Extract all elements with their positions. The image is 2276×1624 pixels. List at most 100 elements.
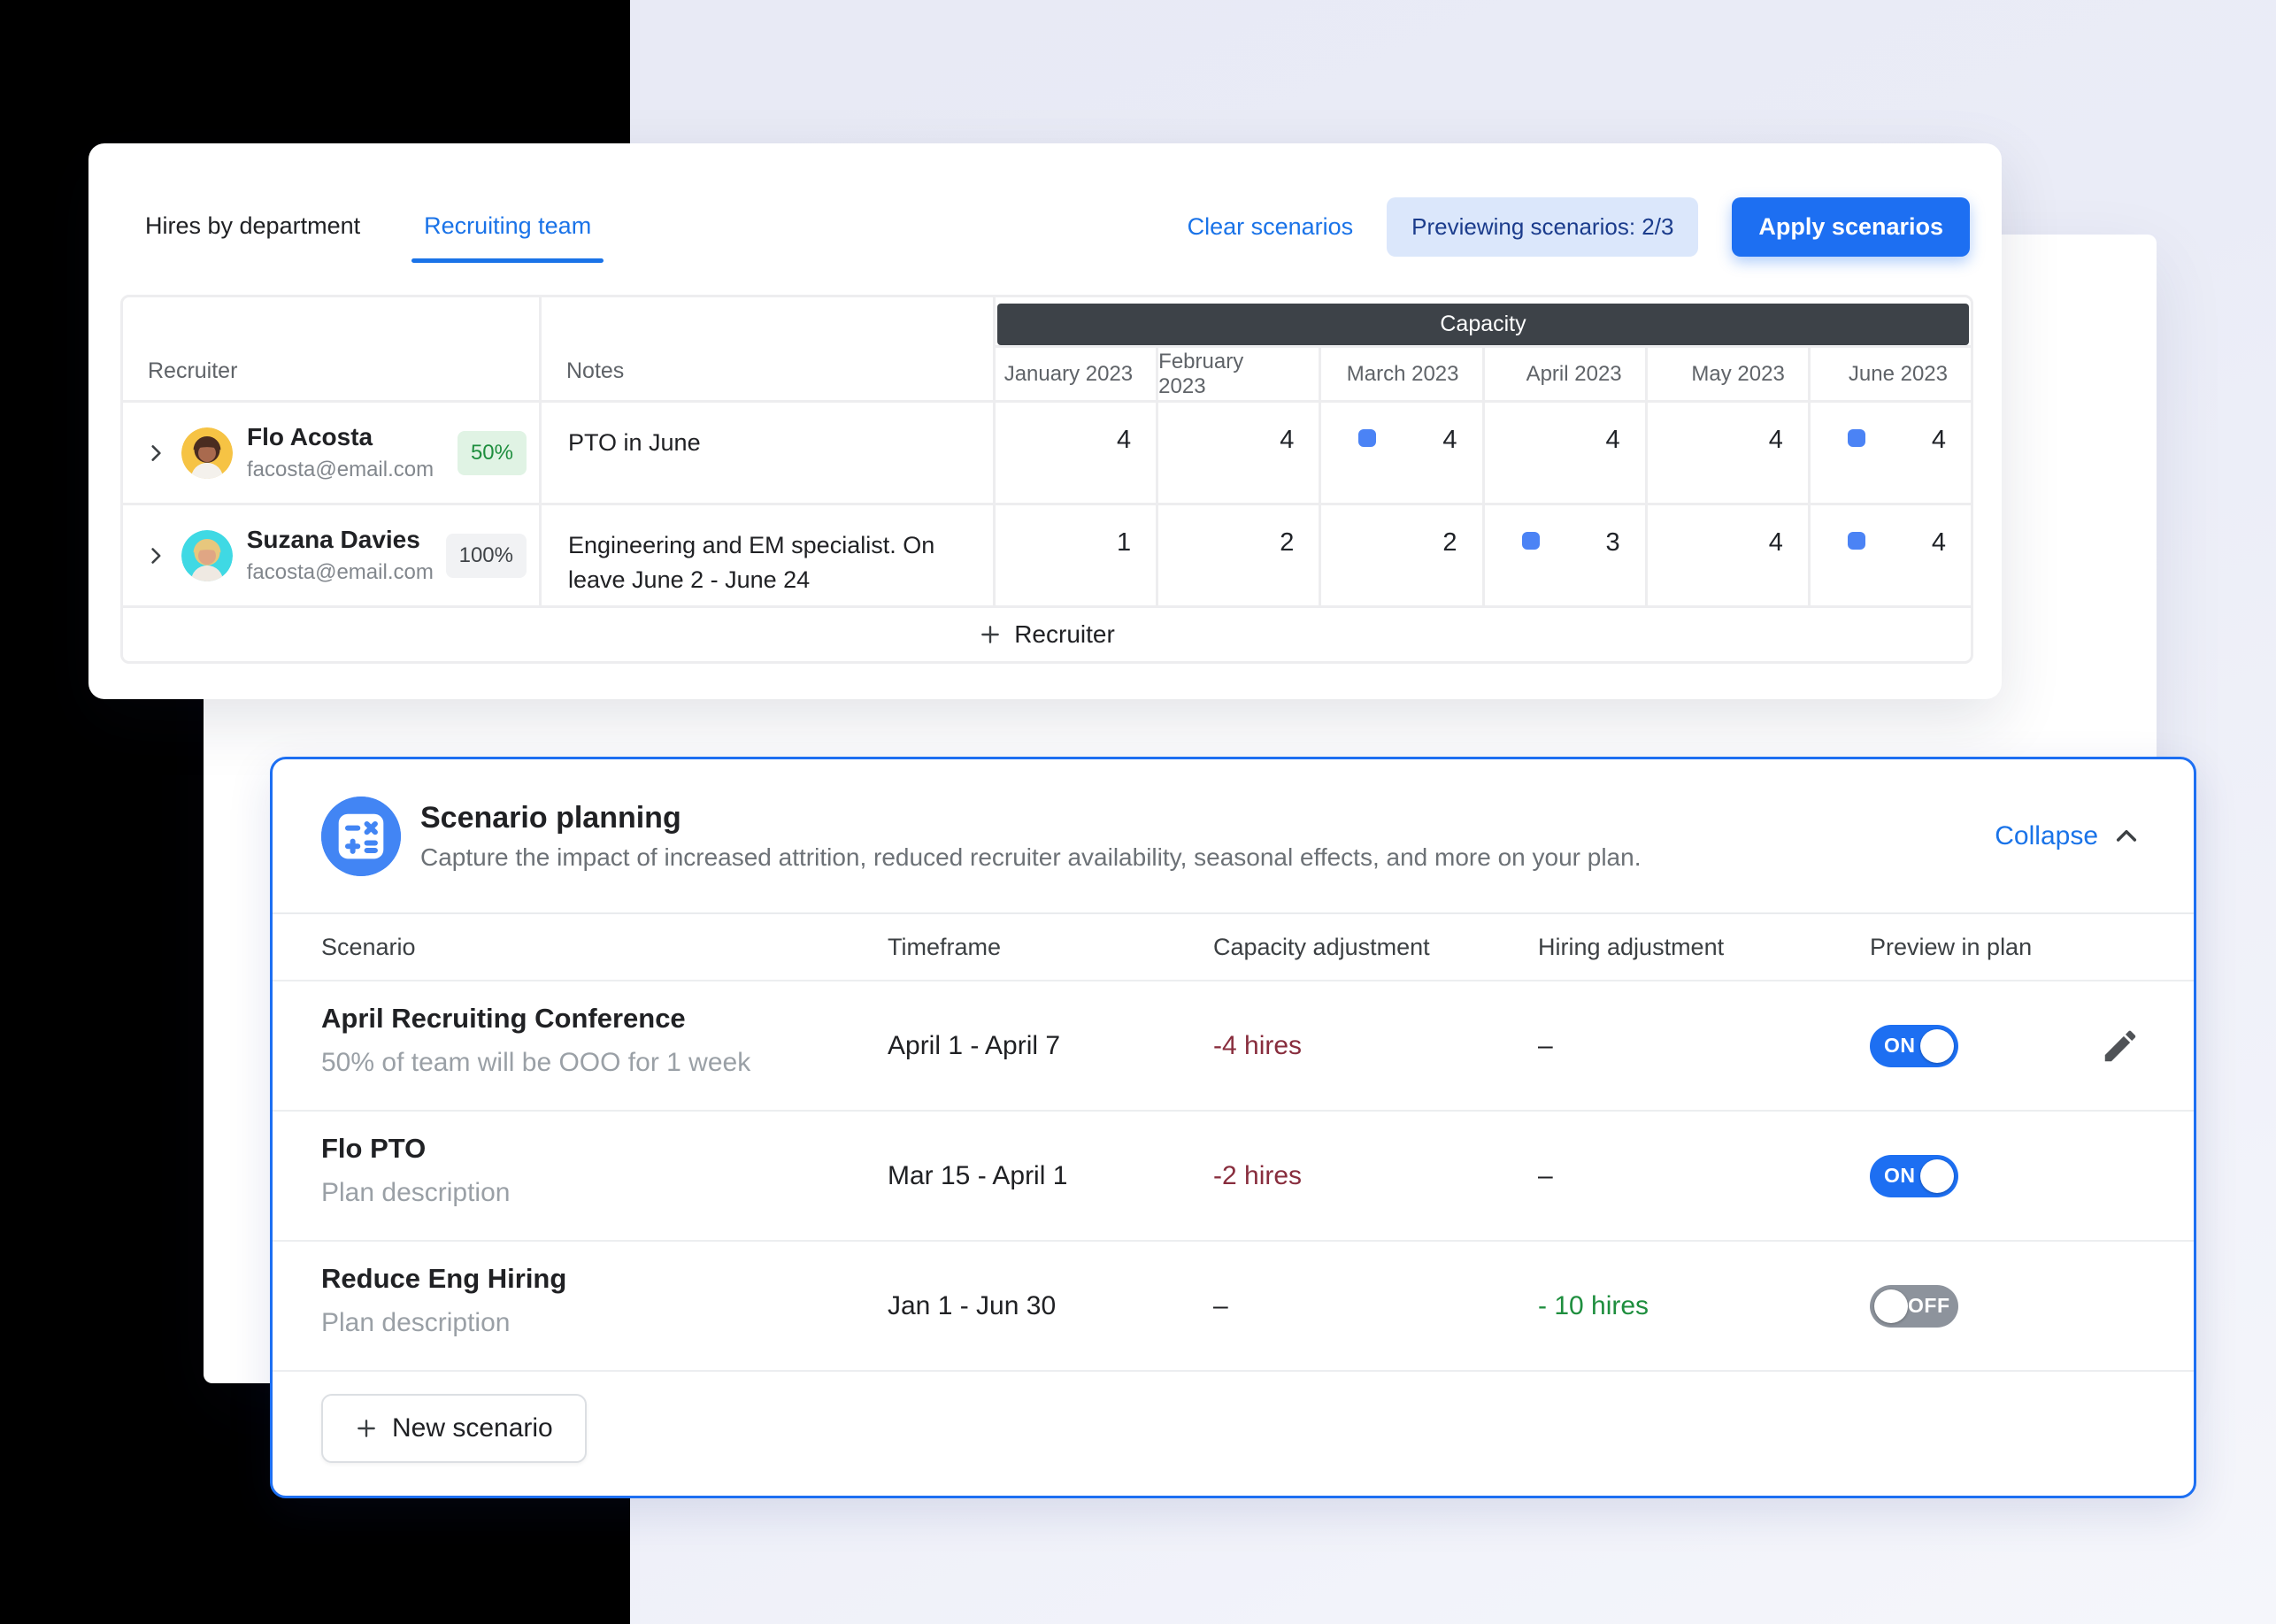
scenario-planning-panel: Scenario planning Capture the impact of … [270, 757, 2196, 1498]
preview-toggle[interactable]: ON [1870, 1155, 1958, 1197]
preview-cell: OFF [1870, 1242, 2141, 1370]
notes-cell[interactable]: PTO in June [542, 403, 993, 503]
scenario-name-cell: April Recruiting Conference50% of team w… [321, 981, 888, 1110]
notes-column-label: Notes [566, 358, 624, 384]
toggle-knob [1874, 1289, 1908, 1323]
scenario-modified-dot [1522, 532, 1540, 550]
chevron-right-icon[interactable] [144, 442, 167, 465]
scenario-panel-title: Scenario planning [420, 801, 1641, 835]
preview-cell: ON [1870, 981, 2141, 1110]
capacity-cell[interactable]: 4 [1485, 403, 1645, 503]
scenario-name: Reduce Eng Hiring [321, 1263, 888, 1295]
toggle-knob [1920, 1029, 1954, 1063]
month-header: February 2023 [1158, 348, 1319, 400]
capacity-cell[interactable]: 3 [1485, 505, 1645, 605]
add-recruiter-button[interactable]: Recruiter [123, 608, 1971, 661]
capacity-value: 4 [1606, 426, 1620, 454]
capacity-header: Capacity [997, 304, 1969, 345]
capacity-cell[interactable]: 4 [996, 403, 1156, 503]
hiring-adjustment-value: – [1538, 1112, 1870, 1240]
month-header: March 2023 [1321, 348, 1481, 400]
capacity-adjustment-value: -2 hires [1213, 1112, 1538, 1240]
scenario-description: Plan description [321, 1308, 888, 1338]
scenario-planning-icon [321, 797, 401, 876]
capacity-value: 4 [1769, 426, 1783, 454]
tab-hires-by-department[interactable]: Hires by department [145, 212, 360, 263]
col-timeframe: Timeframe [888, 934, 1213, 961]
capacity-cell[interactable]: 4 [1648, 505, 1808, 605]
capacity-value: 2 [1442, 528, 1457, 557]
tab-recruiting-team[interactable]: Recruiting team [424, 212, 591, 263]
recruiter-identity: Flo Acostafacosta@email.com [247, 423, 434, 482]
scenario-description: Plan description [321, 1178, 888, 1208]
note-text: Engineering and EM specialist. On leave … [568, 528, 966, 597]
preview-toggle[interactable]: ON [1870, 1025, 1958, 1067]
recruiting-capacity-table: Recruiter Notes Capacity January 2023Feb… [120, 295, 1973, 664]
apply-scenarios-button[interactable]: Apply scenarios [1732, 197, 1970, 257]
recruiter-column-header: Recruiter [123, 297, 539, 400]
preview-cell: ON [1870, 1112, 2141, 1240]
scenario-timeframe: Jan 1 - Jun 30 [888, 1242, 1213, 1370]
scenario-timeframe: April 1 - April 7 [888, 981, 1213, 1110]
recruiter-identity: Suzana Davies facosta@email.com [247, 526, 432, 585]
col-scenario: Scenario [321, 934, 888, 961]
collapse-button[interactable]: Collapse [1995, 821, 2141, 851]
toggle-knob [1920, 1159, 1954, 1193]
scenario-name-cell: Reduce Eng Hiring Plan description [321, 1242, 888, 1370]
capacity-value: 4 [1932, 528, 1946, 557]
scenario-panel-titles: Scenario planning Capture the impact of … [420, 801, 1641, 872]
capacity-header-cell: Capacity [996, 297, 1971, 345]
scenario-panel-subtitle: Capture the impact of increased attritio… [420, 843, 1641, 872]
new-scenario-button[interactable]: New scenario [321, 1394, 587, 1463]
scenario-name: April Recruiting Conference [321, 1003, 888, 1035]
month-header: April 2023 [1485, 348, 1645, 400]
scenario-panel-header: Scenario planning Capture the impact of … [273, 759, 2194, 914]
hiring-adjustment-value: – [1538, 981, 1870, 1110]
toggle-label: ON [1884, 1164, 1916, 1188]
capacity-value: 1 [1117, 528, 1131, 557]
capacity-value: 4 [1442, 426, 1457, 454]
toggle-label: OFF [1908, 1294, 1950, 1318]
capacity-cell[interactable]: 1 [996, 505, 1156, 605]
month-header: June 2023 [1811, 348, 1971, 400]
capacity-cell[interactable]: 4 [1648, 403, 1808, 503]
tab-bar: Hires by department Recruiting team [145, 202, 591, 252]
capacity-value: 4 [1769, 528, 1783, 557]
col-hiring-adjustment: Hiring adjustment [1538, 934, 1870, 961]
edit-pencil-icon[interactable] [2100, 1026, 2141, 1066]
capacity-cell[interactable]: 4 [1811, 505, 1971, 605]
capacity-value: 4 [1117, 426, 1131, 454]
chevron-right-icon[interactable] [144, 544, 167, 567]
allocation-badge: 50% [458, 431, 527, 475]
plus-icon [979, 623, 1002, 646]
capacity-cell[interactable]: 4 [1158, 403, 1319, 503]
recruiter-column-label: Recruiter [148, 358, 237, 384]
new-scenario-label: New scenario [392, 1413, 553, 1443]
capacity-value: 4 [1280, 426, 1294, 454]
scenario-rows: April Recruiting Conference50% of team w… [273, 981, 2194, 1372]
month-header: January 2023 [996, 348, 1156, 400]
recruiter-email: facosta@email.com [247, 560, 432, 585]
capacity-cell[interactable]: 2 [1158, 505, 1319, 605]
col-preview-in-plan: Preview in plan [1870, 934, 2141, 961]
scenario-modified-dot [1848, 532, 1865, 550]
capacity-cell[interactable]: 4 [1321, 403, 1481, 503]
preview-toggle[interactable]: OFF [1870, 1285, 1958, 1328]
scenario-modified-dot [1358, 429, 1376, 447]
clear-scenarios-link[interactable]: Clear scenarios [1188, 213, 1354, 241]
col-capacity-adjustment: Capacity adjustment [1213, 934, 1538, 961]
month-header: May 2023 [1648, 348, 1808, 400]
note-text: PTO in June [568, 426, 966, 460]
notes-cell[interactable]: Engineering and EM specialist. On leave … [542, 505, 993, 605]
recruiter-name: Suzana Davies [247, 526, 432, 554]
scenario-row: Flo PTOPlan descriptionMar 15 - April 1-… [273, 1112, 2194, 1242]
notes-column-header: Notes [542, 297, 993, 400]
capacity-cell[interactable]: 2 [1321, 505, 1481, 605]
plus-icon [355, 1417, 378, 1440]
avatar [181, 427, 233, 479]
recruiting-team-card: Hires by department Recruiting team Clea… [88, 143, 2002, 699]
capacity-cell[interactable]: 4 [1811, 403, 1971, 503]
capacity-value: 4 [1932, 426, 1946, 454]
scenario-table-header: Scenario Timeframe Capacity adjustment H… [273, 914, 2194, 981]
previewing-scenarios-badge: Previewing scenarios: 2/3 [1387, 197, 1698, 257]
